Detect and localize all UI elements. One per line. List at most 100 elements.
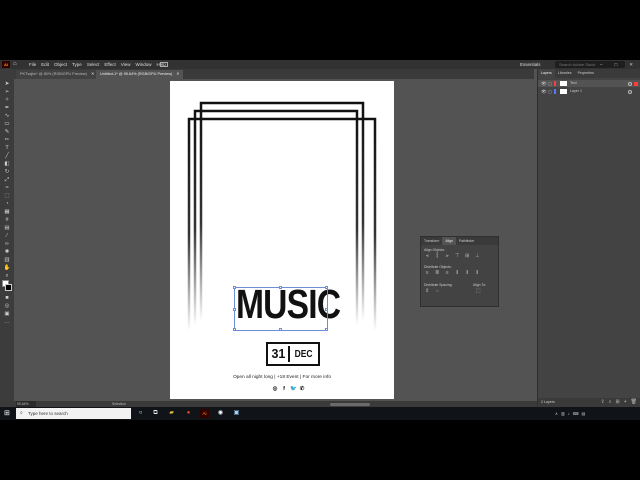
direct-selection-tool-icon[interactable]: ➢ bbox=[3, 89, 11, 95]
graph-tool-icon[interactable]: ▥ bbox=[3, 257, 11, 263]
selection-tool-icon[interactable]: ➤ bbox=[3, 81, 11, 87]
tab-layers[interactable]: Layers bbox=[538, 69, 555, 78]
layer-name[interactable]: Text bbox=[570, 80, 577, 87]
shape-builder-tool-icon[interactable]: ◔ bbox=[3, 201, 11, 207]
layer-selection-indicator[interactable] bbox=[634, 81, 638, 86]
minimize-icon[interactable]: – bbox=[600, 62, 603, 68]
date-box[interactable]: 31 DEC bbox=[266, 342, 320, 366]
delete-icon[interactable]: 🗑 bbox=[631, 398, 637, 407]
illustrator-taskbar-icon[interactable]: Ai bbox=[200, 409, 209, 418]
screen-mode-icon[interactable]: ▣ bbox=[3, 311, 11, 317]
cortana-icon[interactable]: ○ bbox=[136, 409, 145, 418]
tray-up-icon[interactable]: ∧ bbox=[555, 410, 558, 417]
new-sublayer-icon[interactable]: ⊞ bbox=[616, 398, 620, 407]
tab-properties[interactable]: Properties bbox=[575, 69, 597, 78]
social-icons[interactable]: ◎ f 🐦 ✆ bbox=[272, 386, 305, 392]
pen-tool-icon[interactable]: ✒ bbox=[3, 105, 11, 111]
distribute-left-icon[interactable]: ⦀ bbox=[454, 271, 461, 276]
workspace-switcher[interactable]: Essentials bbox=[520, 62, 541, 68]
resize-handle[interactable] bbox=[233, 286, 236, 289]
symbol-sprayer-tool-icon[interactable]: ✺ bbox=[3, 249, 11, 255]
menu-select[interactable]: Select bbox=[87, 62, 100, 68]
zoom-tool-icon[interactable]: ⌕ bbox=[3, 273, 11, 279]
doc-tab-2[interactable]: Untitled-1* @ 95.64% (RGB/GPU Preview) ✕ bbox=[96, 70, 184, 79]
lock-icon[interactable]: ▢ bbox=[548, 88, 552, 95]
align-hcenter-icon[interactable]: ⫿ bbox=[434, 254, 441, 259]
blend-tool-icon[interactable]: ∞ bbox=[3, 241, 11, 247]
tab-transform[interactable]: Transform bbox=[421, 237, 442, 245]
rotate-tool-icon[interactable]: ↻ bbox=[3, 169, 11, 175]
menu-type[interactable]: Type bbox=[72, 62, 82, 68]
pencil-tool-icon[interactable]: ✏ bbox=[3, 137, 11, 143]
task-view-icon[interactable]: ⧉ bbox=[151, 409, 160, 418]
taskbar-search-input[interactable]: ⌕ Type here to search bbox=[16, 408, 131, 419]
menu-effect[interactable]: Effect bbox=[104, 62, 115, 68]
menu-window[interactable]: Window bbox=[135, 62, 151, 68]
perspective-grid-tool-icon[interactable]: ▦ bbox=[3, 209, 11, 215]
home-icon[interactable]: ⌂ bbox=[13, 61, 20, 68]
export-icon[interactable]: ⇪ bbox=[601, 398, 605, 407]
distribute-bottom-icon[interactable]: ≡ bbox=[444, 271, 451, 276]
close-tab-icon[interactable]: ✕ bbox=[91, 72, 94, 76]
resize-handle[interactable] bbox=[325, 308, 328, 311]
align-to-selection-icon[interactable]: ⬚ bbox=[475, 289, 482, 294]
gradient-tool-icon[interactable]: ▤ bbox=[3, 225, 11, 231]
resize-handle[interactable] bbox=[279, 328, 282, 331]
hand-tool-icon[interactable]: ✋ bbox=[3, 265, 11, 271]
layer-name[interactable]: Layer 1 bbox=[570, 88, 582, 95]
distribute-vcenter-icon[interactable]: ≣ bbox=[434, 271, 441, 276]
lock-icon[interactable]: ▢ bbox=[548, 80, 552, 87]
warp-tool-icon[interactable]: ≈ bbox=[3, 185, 11, 191]
menu-file[interactable]: File bbox=[29, 62, 36, 68]
menu-edit[interactable]: Edit bbox=[41, 62, 49, 68]
paintbrush-tool-icon[interactable]: ✎ bbox=[3, 129, 11, 135]
tab-align[interactable]: Align bbox=[442, 237, 456, 245]
selection-bounding-box[interactable] bbox=[233, 286, 328, 331]
app-icon[interactable]: ▣ bbox=[232, 409, 241, 418]
layer-row-text[interactable]: 👁 ▢ Text bbox=[538, 80, 640, 87]
visibility-eye-icon[interactable]: 👁 bbox=[541, 80, 547, 87]
stroke-swatch[interactable] bbox=[5, 284, 12, 291]
resize-handle[interactable] bbox=[233, 328, 236, 331]
poster-tagline[interactable]: Open all night long | +18 Event | For mo… bbox=[170, 375, 394, 380]
more-tools-icon[interactable]: ⋯ bbox=[3, 321, 11, 327]
scale-tool-icon[interactable]: ⤢ bbox=[3, 177, 11, 183]
visibility-eye-icon[interactable]: 👁 bbox=[541, 88, 547, 95]
free-transform-tool-icon[interactable]: ⬚ bbox=[3, 193, 11, 199]
color-mode-icon[interactable]: ■ bbox=[3, 295, 11, 301]
resize-handle[interactable] bbox=[325, 286, 328, 289]
resize-handle[interactable] bbox=[233, 308, 236, 311]
maximize-icon[interactable]: □ bbox=[615, 62, 618, 68]
align-right-icon[interactable]: ⫸ bbox=[444, 254, 451, 259]
mesh-tool-icon[interactable]: # bbox=[3, 217, 11, 223]
obs-icon[interactable]: ◉ bbox=[216, 409, 225, 418]
align-bottom-icon[interactable]: ⊥ bbox=[474, 254, 481, 259]
tab-libraries[interactable]: Libraries bbox=[555, 69, 575, 78]
distribute-top-icon[interactable]: ≡ bbox=[424, 271, 431, 276]
align-left-icon[interactable]: ⫷ bbox=[424, 254, 431, 259]
tab-pathfinder[interactable]: Pathfinder bbox=[456, 237, 477, 245]
type-tool-icon[interactable]: T bbox=[3, 145, 11, 151]
search-icon[interactable]: ⌕ bbox=[609, 398, 612, 407]
eyedropper-tool-icon[interactable]: ⁄ bbox=[3, 233, 11, 239]
curvature-tool-icon[interactable]: ∿ bbox=[3, 113, 11, 119]
vertical-spacing-icon[interactable]: ⇕ bbox=[424, 289, 431, 294]
eraser-tool-icon[interactable]: ◧ bbox=[3, 161, 11, 167]
close-icon[interactable]: ✕ bbox=[629, 62, 633, 68]
network-icon[interactable]: ▥ bbox=[561, 410, 565, 417]
layer-row-layer-1[interactable]: 👁 ▢ Layer 1 bbox=[538, 88, 640, 95]
volume-icon[interactable]: ♪ bbox=[568, 410, 570, 417]
align-top-icon[interactable]: ⊤ bbox=[454, 254, 461, 259]
chrome-icon[interactable]: ● bbox=[184, 409, 193, 418]
file-explorer-icon[interactable]: ▰ bbox=[167, 409, 176, 418]
artboard[interactable]: MUSIC 31 DEC Open all night long | +18 E… bbox=[170, 81, 394, 399]
horizontal-spacing-icon[interactable]: ⇔ bbox=[434, 289, 441, 294]
doc-tab-1[interactable]: PKTvajkn* @ 80% (RGB/GPU Preview) ✕ bbox=[16, 70, 99, 79]
new-layer-icon[interactable]: + bbox=[624, 398, 627, 407]
align-vcenter-icon[interactable]: ⊞ bbox=[464, 254, 471, 259]
windows-start-icon[interactable]: ⊞ bbox=[4, 410, 11, 417]
magic-wand-tool-icon[interactable]: ✧ bbox=[3, 97, 11, 103]
horizontal-scrollbar[interactable] bbox=[330, 402, 370, 406]
line-tool-icon[interactable]: ╱ bbox=[3, 153, 11, 159]
menu-view[interactable]: View bbox=[121, 62, 131, 68]
